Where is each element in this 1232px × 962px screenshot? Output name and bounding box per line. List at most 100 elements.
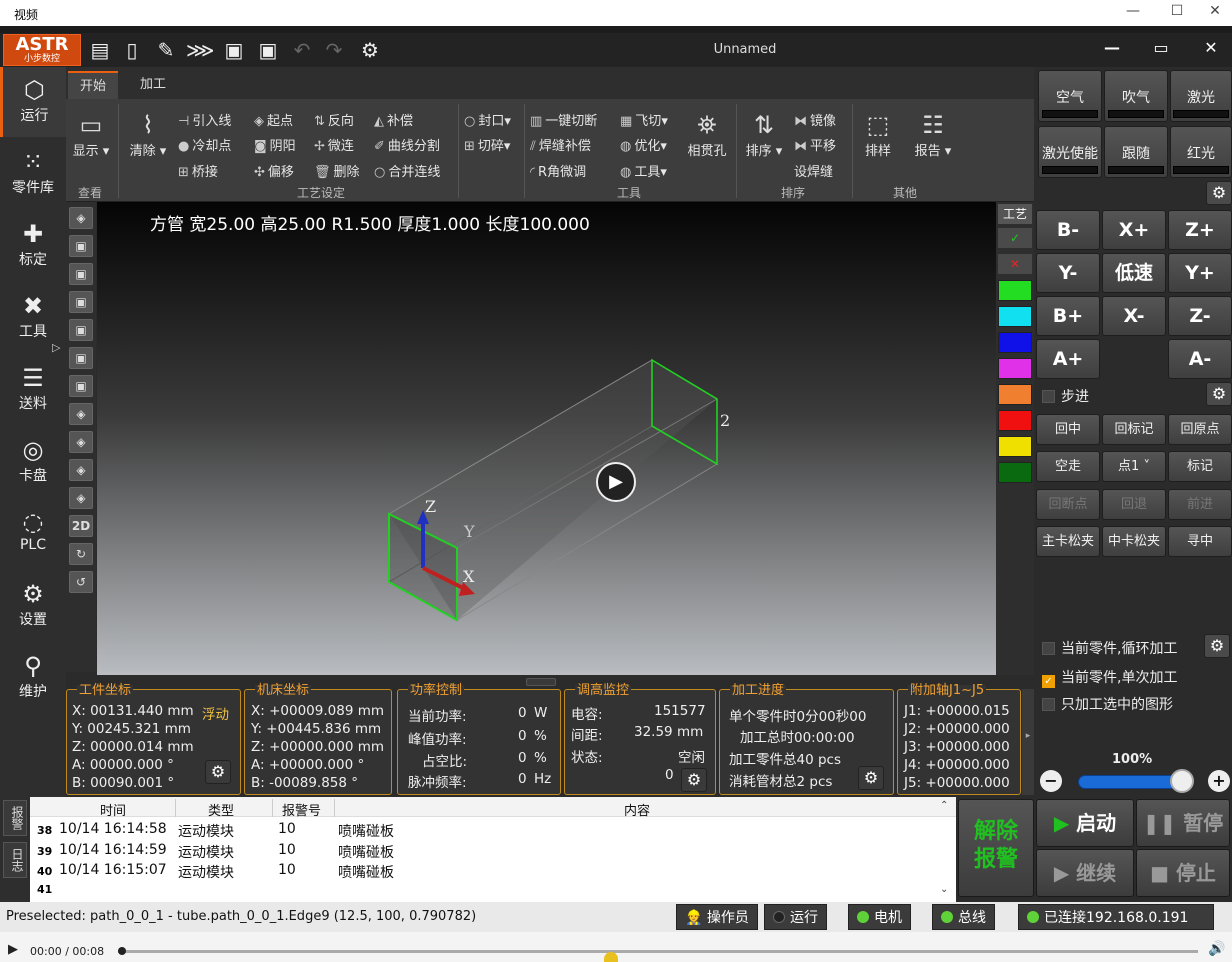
printer-icon[interactable]: ▤ — [86, 37, 114, 63]
view-iso2-icon[interactable]: ◈ — [69, 403, 93, 425]
view-right-icon[interactable]: ▣ — [69, 319, 93, 341]
video-play-icon[interactable]: ▶ — [596, 462, 636, 502]
nesting-button[interactable]: ⬚ 排样 — [860, 110, 896, 159]
pause-button[interactable]: ❚❚ 暂停 — [1136, 799, 1230, 847]
import-icon[interactable]: ⋙ — [186, 37, 214, 63]
app-maximize-button[interactable]: ▭ — [1145, 38, 1177, 57]
merge-lines-button[interactable]: ○ 合并连线 — [374, 161, 440, 180]
tab-start[interactable]: 开始 — [68, 71, 119, 99]
seal-button[interactable]: ○ 封口▾ — [464, 110, 511, 129]
compensate-button[interactable]: ◭ 补偿 — [374, 110, 413, 129]
start-point-button[interactable]: ◈ 起点 — [254, 110, 293, 129]
view-iso3-icon[interactable]: ◈ — [69, 431, 93, 453]
col-time[interactable]: 时间 — [100, 800, 126, 819]
fly-cut-button[interactable]: ▦ 飞切▾ — [620, 110, 668, 129]
go-mark-button[interactable]: 回标记 — [1102, 414, 1166, 445]
window-maximize-button[interactable]: ☐ — [1162, 3, 1192, 19]
viewport-3d[interactable] — [97, 202, 996, 675]
report-button[interactable]: ☷ 报告 ▾ — [912, 110, 954, 159]
app-minimize-button[interactable]: — — [1096, 38, 1128, 57]
bridge-button[interactable]: ⊞ 桥接 — [178, 161, 218, 180]
info-strip-scrollbar[interactable]: ▸ — [1022, 689, 1034, 795]
layer-color-blue[interactable] — [998, 332, 1032, 353]
new-file-icon[interactable]: ▯ — [118, 37, 146, 63]
step-checkbox[interactable]: 步进 — [1042, 386, 1089, 406]
mark-button[interactable]: 标记 — [1168, 451, 1232, 482]
display-button[interactable]: ▭ 显示 ▾ — [72, 110, 110, 159]
nav-item-maintain[interactable]: ⚲ 维护 — [0, 643, 66, 713]
go-origin-button[interactable]: 回原点 — [1168, 414, 1232, 445]
video-play-button[interactable]: ▶ — [8, 942, 18, 957]
option-selected-only[interactable]: 只加工选中的图形 — [1042, 694, 1173, 714]
save-icon[interactable]: ▣ — [220, 37, 248, 63]
undo-icon[interactable]: ↶ — [288, 37, 316, 63]
yin-yang-button[interactable]: ◙ 阴阳 — [254, 135, 296, 154]
log-scroll-up-icon[interactable]: ⌃ — [940, 800, 948, 811]
palette-title[interactable]: 工艺 — [998, 204, 1032, 224]
layer-color-orange[interactable] — [998, 384, 1032, 405]
point-select[interactable]: 点1 ˅ — [1102, 451, 1166, 482]
jog-low-speed-button[interactable]: 低速 — [1102, 253, 1166, 293]
blow-toggle[interactable]: 吹气 — [1104, 70, 1168, 122]
expand-arrow-icon[interactable]: ▷ — [52, 341, 60, 354]
col-code[interactable]: 报警号 — [282, 800, 321, 819]
nav-item-plc[interactable]: ◌ PLC — [0, 499, 66, 569]
col-type[interactable]: 类型 — [208, 800, 234, 819]
one-key-cut-button[interactable]: ▥ 一键切断 — [530, 110, 597, 129]
step-forward-button[interactable]: 前进 — [1168, 489, 1232, 520]
curve-split-button[interactable]: ✐ 曲线分割 — [374, 135, 440, 154]
option-single-current[interactable]: ✓ 当前零件,单次加工 — [1042, 667, 1177, 688]
work-coords-gear-icon[interactable]: ⚙ — [205, 760, 231, 784]
layer-color-red[interactable] — [998, 410, 1032, 431]
continue-button[interactable]: ▶ 继续 — [1036, 849, 1134, 897]
optimize-button[interactable]: ◍ 优化▾ — [620, 135, 667, 154]
view-front-icon[interactable]: ▣ — [69, 235, 93, 257]
stop-button[interactable]: ■ 停止 — [1136, 849, 1230, 897]
return-breakpoint-button[interactable]: 回断点 — [1036, 489, 1100, 520]
video-progress-knob[interactable] — [118, 947, 126, 955]
jog-a-plus-button[interactable]: A+ — [1036, 339, 1100, 379]
height-gear-icon[interactable]: ⚙ — [681, 768, 707, 792]
volume-icon[interactable]: 🔊 — [1208, 941, 1225, 957]
offset-button[interactable]: ✣ 偏移 — [254, 161, 294, 180]
palette-check-icon[interactable]: ✓ — [998, 228, 1032, 248]
view-top-icon[interactable]: ▣ — [69, 347, 93, 369]
intersect-hole-button[interactable]: ⛯ 相贯孔 — [684, 110, 730, 159]
col-content[interactable]: 内容 — [624, 800, 650, 819]
view-2d-button[interactable]: 2D — [69, 515, 93, 537]
mirror-button[interactable]: ⧓ 镜像 — [794, 110, 836, 129]
layer-color-green[interactable] — [998, 280, 1032, 301]
corner-adjust-button[interactable]: ◜ R角微调 — [530, 161, 586, 180]
nav-item-feed[interactable]: ☰ 送料 — [0, 355, 66, 425]
jog-x-plus-button[interactable]: X+ — [1102, 210, 1166, 250]
window-close-button[interactable]: ✕ — [1200, 3, 1230, 19]
io-settings-gear-icon[interactable]: ⚙ — [1206, 181, 1232, 205]
weld-compensate-button[interactable]: ⫽ 焊缝补偿 — [530, 135, 591, 154]
delete-button[interactable]: 🗑 删除 — [314, 161, 360, 180]
window-minimize-button[interactable]: — — [1118, 3, 1148, 19]
option-loop-current[interactable]: 当前零件,循环加工 — [1042, 638, 1177, 658]
tab-log[interactable]: 日志 — [3, 842, 27, 878]
laser-enable-toggle[interactable]: 激光使能 — [1038, 126, 1102, 178]
view-back-icon[interactable]: ▣ — [69, 263, 93, 285]
tools-dropdown-button[interactable]: ◍ 工具▾ — [620, 161, 667, 180]
micro-joint-button[interactable]: ✢ 微连 — [314, 135, 354, 154]
start-button[interactable]: ▶ 启动 — [1036, 799, 1134, 847]
red-light-toggle[interactable]: 红光 — [1170, 126, 1232, 178]
settings-gear-icon[interactable]: ⚙ — [356, 37, 384, 63]
find-center-button[interactable]: 寻中 — [1168, 526, 1232, 557]
follow-toggle[interactable]: 跟随 — [1104, 126, 1168, 178]
app-close-button[interactable]: ✕ — [1195, 38, 1227, 57]
view-iso5-icon[interactable]: ◈ — [69, 487, 93, 509]
lead-in-button[interactable]: ⊣ 引入线 — [178, 110, 231, 129]
step-back-button[interactable]: 回退 — [1102, 489, 1166, 520]
layer-color-cyan[interactable] — [998, 306, 1032, 327]
translate-button[interactable]: ⧓ 平移 — [794, 135, 836, 154]
jog-b-minus-button[interactable]: B- — [1036, 210, 1100, 250]
air-toggle[interactable]: 空气 — [1038, 70, 1102, 122]
operator-badge[interactable]: 👷 操作员 — [676, 904, 758, 930]
view-iso-icon[interactable]: ◈ — [69, 207, 93, 229]
sort-button[interactable]: ⇅ 排序 ▾ — [744, 110, 784, 159]
speed-plus-button[interactable]: + — [1208, 770, 1230, 792]
jog-z-minus-button[interactable]: Z- — [1168, 296, 1232, 336]
